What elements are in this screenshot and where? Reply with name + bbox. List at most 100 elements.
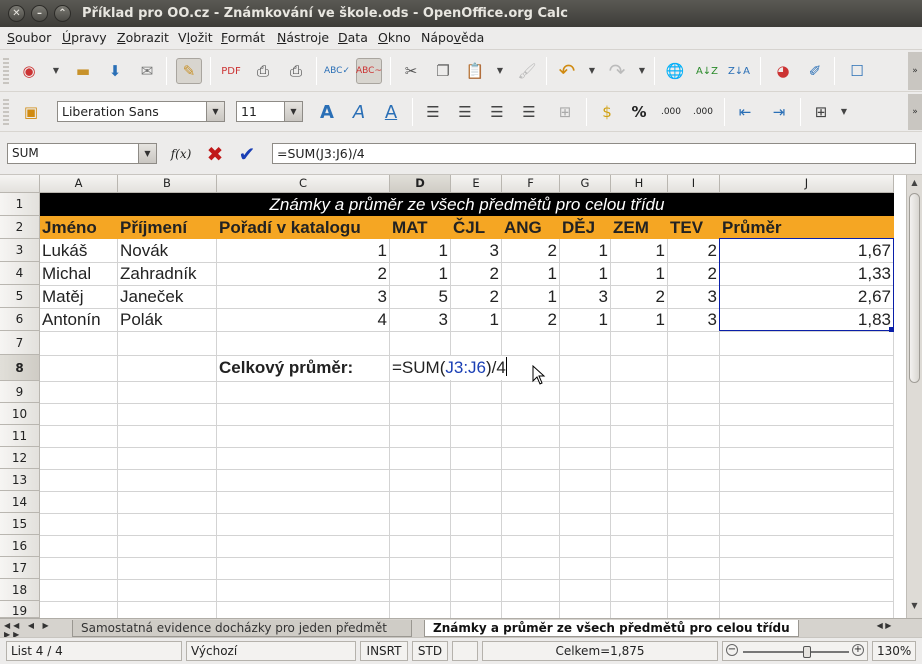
- row-header-15[interactable]: 15: [0, 513, 40, 535]
- status-insert-mode[interactable]: INSRT: [360, 641, 408, 661]
- header-tev[interactable]: TEV: [668, 216, 720, 239]
- spreadsheet-grid[interactable]: A B C D E F G H I J 1 2 3 4 5 6 7 8 9 10…: [0, 175, 922, 618]
- cell-c5[interactable]: 3: [217, 285, 390, 308]
- cell-g4[interactable]: 1: [560, 262, 611, 285]
- undo-button[interactable]: ↶: [554, 58, 580, 84]
- cell-d5[interactable]: 5: [390, 285, 451, 308]
- cut-button[interactable]: ✂: [398, 58, 424, 84]
- row-header-19[interactable]: 19: [0, 601, 40, 618]
- cell-b5[interactable]: Janeček: [118, 285, 217, 308]
- cell-b6[interactable]: Polák: [118, 308, 217, 331]
- row-header-4[interactable]: 4: [0, 262, 40, 285]
- paste-button[interactable]: 📋: [462, 58, 488, 84]
- select-all-corner[interactable]: [0, 175, 40, 193]
- cell-d4[interactable]: 1: [390, 262, 451, 285]
- chevron-down-icon[interactable]: ▼: [284, 102, 302, 121]
- copy-button[interactable]: ❐: [430, 58, 456, 84]
- cell-i4[interactable]: 2: [668, 262, 720, 285]
- toolbar-overflow-button[interactable]: »: [908, 94, 922, 130]
- header-mat[interactable]: MAT: [390, 216, 451, 239]
- sort-ascending-button[interactable]: A↓Z: [694, 58, 720, 84]
- cell-a4[interactable]: Michal: [40, 262, 118, 285]
- row-header-16[interactable]: 16: [0, 535, 40, 557]
- cell-f4[interactable]: 1: [502, 262, 560, 285]
- print-preview-button[interactable]: ⎙: [283, 58, 309, 84]
- cell-e4[interactable]: 2: [451, 262, 502, 285]
- chevron-down-icon[interactable]: ▼: [206, 102, 224, 121]
- header-dej[interactable]: DĚJ: [560, 216, 611, 239]
- row-header-8[interactable]: 8: [0, 355, 40, 381]
- cell-c6[interactable]: 4: [217, 308, 390, 331]
- save-button[interactable]: ⬇: [102, 58, 128, 84]
- header-prumer[interactable]: Průměr: [720, 216, 894, 239]
- cell-i6[interactable]: 3: [668, 308, 720, 331]
- header-cjl[interactable]: ČJL: [451, 216, 502, 239]
- row-header-17[interactable]: 17: [0, 557, 40, 579]
- spellcheck-button[interactable]: ABC✓: [324, 58, 350, 84]
- cell-c3[interactable]: 1: [217, 239, 390, 262]
- formula-input[interactable]: =SUM(J3:J6)/4: [272, 143, 916, 164]
- cell-b3[interactable]: Novák: [118, 239, 217, 262]
- vertical-scrollbar[interactable]: ▲ ▼: [906, 175, 922, 618]
- header-prijmeni[interactable]: Příjmení: [118, 216, 217, 239]
- maximize-window-button[interactable]: ⌃: [54, 5, 71, 22]
- menu-vlozit[interactable]: Vložit: [178, 30, 213, 45]
- column-header-a[interactable]: A: [40, 175, 118, 193]
- column-header-c[interactable]: C: [217, 175, 390, 193]
- edit-file-button[interactable]: ✎: [176, 58, 202, 84]
- decrease-indent-button[interactable]: ⇤: [732, 99, 758, 125]
- zoom-out-icon[interactable]: −: [726, 644, 738, 656]
- row-header-9[interactable]: 9: [0, 381, 40, 403]
- autospellcheck-button[interactable]: ABC~: [356, 58, 382, 84]
- zoom-slider[interactable]: − +: [722, 641, 868, 661]
- menu-format[interactable]: Formát: [221, 30, 265, 45]
- number-format-button[interactable]: .000: [658, 99, 684, 125]
- print-button[interactable]: ⎙: [250, 58, 276, 84]
- column-header-d[interactable]: D: [390, 175, 451, 193]
- email-button[interactable]: ✉: [134, 58, 160, 84]
- column-header-h[interactable]: H: [611, 175, 668, 193]
- cell-h5[interactable]: 2: [611, 285, 668, 308]
- cell-i3[interactable]: 2: [668, 239, 720, 262]
- sheet-tab-grades[interactable]: Známky a průměr ze všech předmětů pro ce…: [424, 620, 799, 637]
- status-selection-mode[interactable]: STD: [412, 641, 448, 661]
- navigator-button[interactable]: ☐: [844, 58, 870, 84]
- menu-napoveda[interactable]: Nápověda: [421, 30, 484, 45]
- row-header-10[interactable]: 10: [0, 403, 40, 425]
- menu-nastroje[interactable]: Nástroje: [277, 30, 329, 45]
- cell-f6[interactable]: 2: [502, 308, 560, 331]
- cell-i5[interactable]: 3: [668, 285, 720, 308]
- name-box[interactable]: SUM ▼: [7, 143, 157, 164]
- draw-functions-button[interactable]: ✐: [802, 58, 828, 84]
- cell-c4[interactable]: 2: [217, 262, 390, 285]
- paste-dropdown[interactable]: ▼: [496, 58, 504, 84]
- header-ang[interactable]: ANG: [502, 216, 560, 239]
- header-zem[interactable]: ZEM: [611, 216, 668, 239]
- zoom-in-icon[interactable]: +: [852, 644, 864, 656]
- scrollbar-thumb[interactable]: [909, 193, 920, 383]
- sheet-tab-attendance[interactable]: Samostatná evidence docházky pro jeden p…: [72, 620, 412, 637]
- menu-upravy[interactable]: Úpravy: [62, 30, 107, 45]
- chart-button[interactable]: ◕: [770, 58, 796, 84]
- row-header-11[interactable]: 11: [0, 425, 40, 447]
- cell-h4[interactable]: 1: [611, 262, 668, 285]
- fill-handle[interactable]: [889, 327, 894, 332]
- accept-formula-button[interactable]: ✔: [234, 141, 260, 167]
- cell-b4[interactable]: Zahradník: [118, 262, 217, 285]
- row-header-3[interactable]: 3: [0, 239, 40, 262]
- clone-formatting-button[interactable]: 🖌: [514, 58, 540, 84]
- font-size-combo[interactable]: 11 ▼: [236, 101, 303, 122]
- cell-a3[interactable]: Lukáš: [40, 239, 118, 262]
- row-header-5[interactable]: 5: [0, 285, 40, 308]
- redo-dropdown[interactable]: ▼: [638, 58, 646, 84]
- currency-button[interactable]: $: [594, 99, 620, 125]
- cell-f3[interactable]: 2: [502, 239, 560, 262]
- menu-zobrazit[interactable]: Zobrazit: [117, 30, 169, 45]
- new-document-button[interactable]: ◉: [16, 58, 42, 84]
- export-pdf-button[interactable]: PDF: [218, 58, 244, 84]
- chevron-down-icon[interactable]: ▼: [138, 144, 156, 163]
- bold-button[interactable]: A: [314, 99, 340, 125]
- cell-f5[interactable]: 1: [502, 285, 560, 308]
- minimize-window-button[interactable]: –: [31, 5, 48, 22]
- justify-button[interactable]: ☰: [516, 99, 542, 125]
